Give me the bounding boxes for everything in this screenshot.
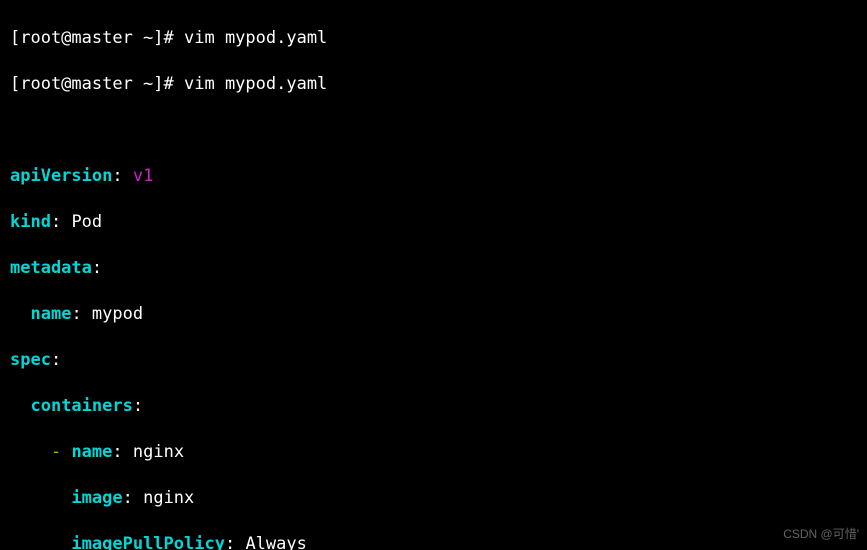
sep: : <box>112 166 132 186</box>
yaml-key: apiVersion <box>10 166 112 186</box>
indent <box>10 396 30 416</box>
yaml-value: Pod <box>71 212 102 232</box>
indent <box>10 534 71 550</box>
yaml-key: spec <box>10 350 51 370</box>
sep: : <box>225 534 245 550</box>
yaml-key: name <box>71 442 112 462</box>
sep: : <box>71 304 91 324</box>
yaml-key: metadata <box>10 258 92 278</box>
prompt: [root@master ~]# <box>10 74 184 94</box>
yaml-key: imagePullPolicy <box>71 534 225 550</box>
yaml-line: - name: nginx <box>10 441 861 464</box>
sep: : <box>112 442 132 462</box>
yaml-key: name <box>30 304 71 324</box>
terminal-vim-editor[interactable]: [root@master ~]# vim mypod.yaml [root@ma… <box>0 0 867 550</box>
yaml-line: apiVersion: v1 <box>10 165 861 188</box>
yaml-key: kind <box>10 212 51 232</box>
yaml-line: containers: <box>10 395 861 418</box>
yaml-key: image <box>71 488 122 508</box>
sep: : <box>51 350 61 370</box>
sep: : <box>123 488 143 508</box>
watermark: CSDN @可惜' <box>783 523 859 546</box>
yaml-value: v1 <box>133 166 153 186</box>
sep: : <box>92 258 102 278</box>
yaml-value: nginx <box>133 442 184 462</box>
sep: : <box>51 212 71 232</box>
yaml-line: kind: Pod <box>10 211 861 234</box>
yaml-value: mypod <box>92 304 143 324</box>
shell-line: [root@master ~]# vim mypod.yaml <box>10 73 861 96</box>
shell-command: vim mypod.yaml <box>184 74 327 94</box>
shell-line: [root@master ~]# vim mypod.yaml <box>10 27 861 50</box>
yaml-line: image: nginx <box>10 487 861 510</box>
yaml-value: Always <box>245 534 306 550</box>
yaml-line: metadata: <box>10 257 861 280</box>
indent <box>10 304 30 324</box>
dash: - <box>51 442 71 462</box>
yaml-key: containers <box>30 396 132 416</box>
prompt: [root@master ~]# <box>10 28 184 48</box>
yaml-line: spec: <box>10 349 861 372</box>
yaml-line: name: mypod <box>10 303 861 326</box>
indent <box>10 442 51 462</box>
indent <box>10 488 71 508</box>
shell-command: vim mypod.yaml <box>184 28 327 48</box>
blank-line <box>10 119 861 142</box>
sep: : <box>133 396 143 416</box>
yaml-line: imagePullPolicy: Always <box>10 533 861 550</box>
yaml-value: nginx <box>143 488 194 508</box>
